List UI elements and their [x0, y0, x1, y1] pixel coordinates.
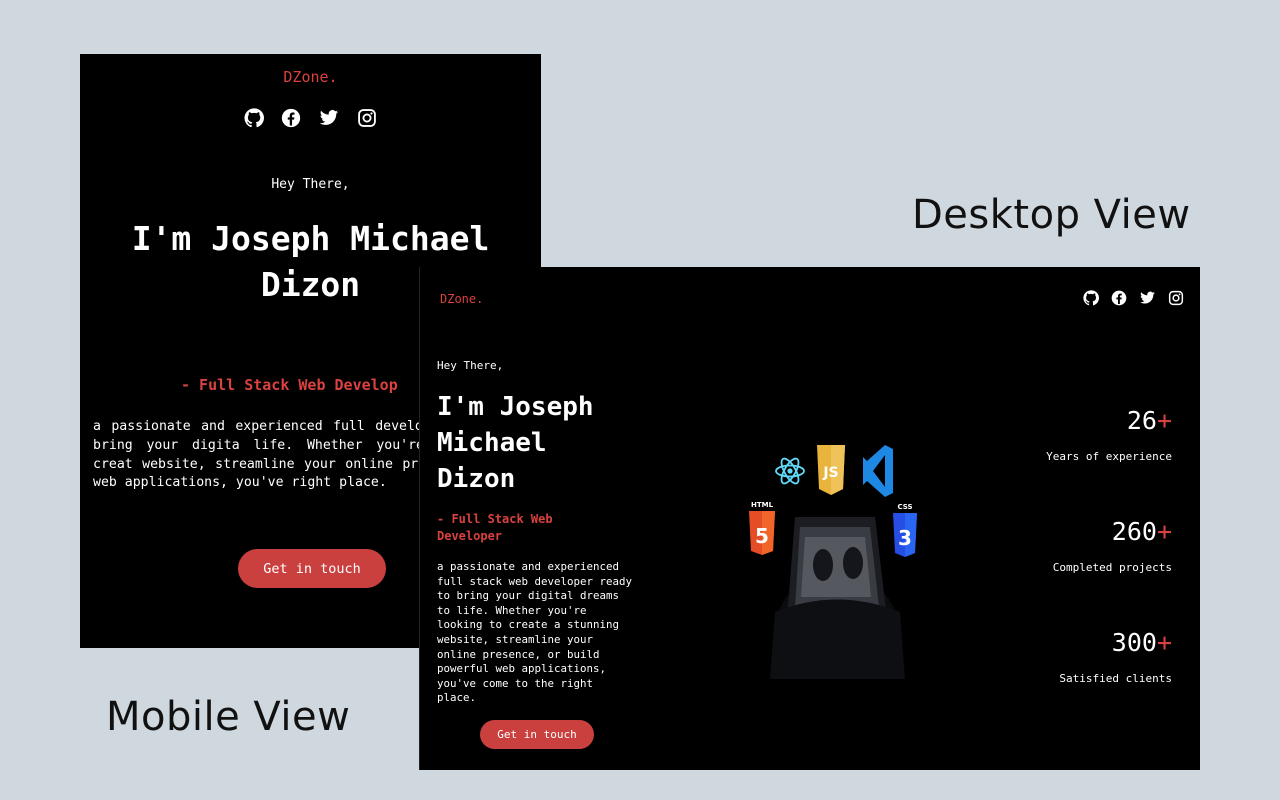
svg-text:3: 3	[898, 526, 912, 550]
mobile-view-caption: Mobile View	[106, 694, 351, 740]
facebook-icon[interactable]	[1111, 290, 1127, 306]
social-links	[80, 108, 541, 128]
css3-icon: CSS 3	[893, 503, 917, 557]
brand-logo[interactable]: DZone.	[440, 292, 483, 306]
react-icon	[775, 457, 805, 485]
hero-illustration: JS HTML 5 CSS 3	[749, 445, 917, 679]
facebook-icon[interactable]	[281, 108, 301, 128]
hero-name-heading: I'm Joseph Michael Dizon	[437, 392, 594, 494]
desktop-view-screenshot: DZone. Hey There, I'm Joseph Michael Diz…	[420, 267, 1200, 770]
stat-label: Satisfied clients	[1059, 672, 1172, 685]
role-subtitle: - Full Stack Web Developer	[437, 512, 553, 543]
css-label: CSS	[897, 503, 912, 511]
stat-suffix: +	[1156, 628, 1172, 657]
js-label: JS	[822, 465, 838, 481]
hacker-laptop-image	[770, 517, 905, 679]
stat-years-experience: 26+ Years of experience	[1046, 406, 1172, 463]
desktop-view-caption: Desktop View	[912, 192, 1191, 238]
stat-suffix: +	[1156, 406, 1172, 435]
github-icon[interactable]	[244, 108, 264, 128]
svg-text:5: 5	[755, 524, 769, 548]
brand-logo[interactable]: DZone.	[80, 68, 541, 86]
social-links	[1083, 290, 1184, 306]
stat-value: 300	[1111, 628, 1157, 657]
get-in-touch-button[interactable]: Get in touch	[238, 549, 386, 588]
stat-suffix: +	[1156, 517, 1172, 546]
stat-value: 26	[1126, 406, 1157, 435]
stat-label: Years of experience	[1046, 450, 1172, 463]
role-subtitle: - Full Stack Web Develop	[181, 376, 398, 394]
twitter-icon[interactable]	[318, 108, 340, 128]
bio-paragraph: a passionate and experienced full stack …	[437, 560, 633, 705]
stat-satisfied-clients: 300+ Satisfied clients	[1059, 628, 1172, 685]
stat-label: Completed projects	[1052, 561, 1172, 574]
stat-value: 260	[1111, 517, 1157, 546]
twitter-icon[interactable]	[1139, 290, 1156, 306]
vscode-icon	[863, 445, 893, 497]
stat-completed-projects: 260+ Completed projects	[1053, 517, 1172, 574]
javascript-icon: JS	[817, 445, 845, 495]
greeting-text: Hey There,	[271, 177, 350, 192]
instagram-icon[interactable]	[1168, 290, 1184, 306]
instagram-icon[interactable]	[357, 108, 377, 128]
html5-icon: HTML 5	[749, 501, 775, 555]
greeting-text: Hey There,	[437, 359, 504, 372]
github-icon[interactable]	[1083, 290, 1099, 306]
html-label: HTML	[751, 501, 774, 509]
get-in-touch-button[interactable]: Get in touch	[480, 720, 594, 749]
